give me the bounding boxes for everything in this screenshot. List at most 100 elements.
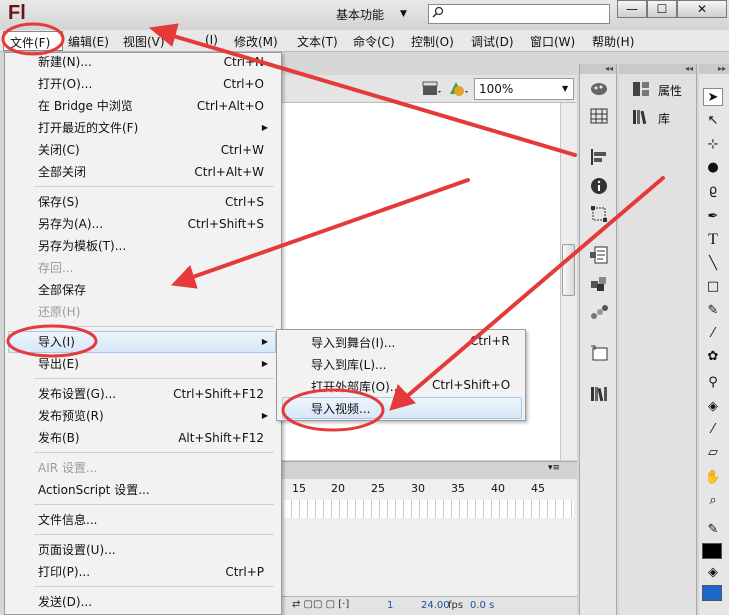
- frame-number: 45: [531, 482, 545, 495]
- zoom-dropdown-icon[interactable]: ▼: [562, 84, 568, 93]
- search-icon: [432, 6, 444, 18]
- frame-number: 25: [371, 482, 385, 495]
- scrollbar-thumb[interactable]: [562, 244, 575, 296]
- menu-item-save-as[interactable]: 另存为(A)... Ctrl+Shift+S: [8, 213, 274, 235]
- minimize-button[interactable]: —: [617, 0, 647, 18]
- menu-item-publish-settings[interactable]: 发布设置(G)... Ctrl+Shift+F12: [8, 383, 274, 405]
- menu-item-send[interactable]: 发送(D)...: [8, 591, 274, 613]
- edit-scene-icon[interactable]: [422, 81, 442, 97]
- menu-item-check-in: 存回...: [38, 261, 74, 275]
- library-books-icon[interactable]: [589, 385, 609, 403]
- library-icon[interactable]: [631, 108, 651, 126]
- menu-item-import[interactable]: 导入(I) ▶: [8, 331, 274, 353]
- help-search-input[interactable]: [428, 4, 610, 24]
- maximize-button[interactable]: ☐: [647, 0, 677, 18]
- menu-file[interactable]: 文件(F): [3, 31, 63, 51]
- subselection-tool-icon[interactable]: ↖: [703, 112, 723, 130]
- timeline-header: [282, 461, 577, 479]
- frame-rate-value[interactable]: 24.00: [421, 600, 450, 611]
- swatches-icon[interactable]: [589, 107, 609, 125]
- deco-tool-icon[interactable]: ✿: [703, 348, 723, 366]
- stroke-color-icon[interactable]: ✎: [703, 521, 723, 539]
- scene-icon[interactable]: [589, 344, 609, 362]
- menu-item-save-all[interactable]: 全部保存: [8, 279, 274, 301]
- menu-item-close[interactable]: 关闭(C) Ctrl+W: [8, 139, 274, 161]
- menu-item-open[interactable]: 打开(O)... Ctrl+O: [8, 73, 274, 95]
- menu-control[interactable]: 控制(O): [411, 33, 454, 50]
- free-transform-tool-icon[interactable]: ⊹: [703, 136, 723, 154]
- frame-number: 30: [411, 482, 425, 495]
- panel-menu-icon[interactable]: ▾≡: [548, 463, 560, 473]
- collapse-arrows-icon[interactable]: ◂◂: [619, 64, 696, 74]
- menu-item-new[interactable]: 新建(N)... Ctrl+N: [8, 51, 274, 73]
- fill-color-swatch[interactable]: [702, 585, 722, 601]
- menu-debug[interactable]: 调试(D): [471, 33, 514, 50]
- text-tool-icon[interactable]: T: [703, 231, 723, 249]
- menu-item-save-as-template[interactable]: 另存为模板(T)...: [8, 235, 274, 257]
- menu-item-file-info[interactable]: 文件信息...: [8, 509, 274, 531]
- selection-tool-icon[interactable]: ➤: [703, 88, 723, 106]
- menu-view[interactable]: 视图(V): [123, 33, 165, 50]
- line-tool-icon[interactable]: ╲: [703, 255, 723, 273]
- 3d-rotation-tool-icon[interactable]: ●: [703, 159, 723, 177]
- submenu-item-open-external-library[interactable]: 打开外部库(O)...: [311, 378, 401, 395]
- library-panel-tab[interactable]: 库: [658, 110, 670, 127]
- collapse-arrows-icon[interactable]: ▸▸: [699, 64, 729, 74]
- motion-presets-icon[interactable]: [589, 303, 609, 321]
- properties-icon[interactable]: [631, 80, 651, 98]
- pen-tool-icon[interactable]: ✒: [703, 208, 723, 226]
- paint-bucket-tool-icon[interactable]: ◈: [703, 398, 723, 416]
- menu-separator: [34, 378, 274, 379]
- menu-item-actionscript-settings[interactable]: ActionScript 设置...: [8, 479, 274, 501]
- menu-item-browse-in-bridge[interactable]: 在 Bridge 中浏览 Ctrl+Alt+O: [8, 95, 274, 117]
- stroke-color-swatch[interactable]: [702, 543, 722, 559]
- submenu-item-import-to-library[interactable]: 导入到库(L)...: [311, 356, 387, 373]
- submenu-item-import-video[interactable]: 导入视频...: [311, 400, 370, 417]
- menu-item-save[interactable]: 保存(S) Ctrl+S: [8, 191, 274, 213]
- eraser-tool-icon[interactable]: ▱: [703, 444, 723, 462]
- eyedropper-tool-icon[interactable]: ⁄: [703, 421, 723, 439]
- components-icon[interactable]: [589, 274, 609, 292]
- hand-tool-icon[interactable]: ✋: [703, 469, 723, 487]
- menu-item-close-all[interactable]: 全部关闭 Ctrl+Alt+W: [8, 161, 274, 183]
- pencil-tool-icon[interactable]: ✎: [703, 302, 723, 320]
- collapse-arrows-icon[interactable]: ◂◂: [580, 64, 616, 74]
- menu-insert[interactable]: (I): [205, 33, 218, 47]
- frame-number: 20: [331, 482, 345, 495]
- timeline-frames[interactable]: [284, 500, 574, 518]
- frame-number: 15: [292, 482, 306, 495]
- transform-icon[interactable]: [589, 205, 609, 223]
- color-palette-icon[interactable]: [589, 80, 609, 98]
- fill-color-icon[interactable]: ◈: [703, 564, 723, 582]
- workspace-switcher[interactable]: 基本功能: [336, 6, 384, 23]
- menu-item-export[interactable]: 导出(E) ▶: [8, 353, 274, 375]
- properties-panel-tab[interactable]: 属性: [658, 82, 682, 99]
- menu-commands[interactable]: 命令(C): [353, 33, 395, 50]
- menu-item-open-recent[interactable]: 打开最近的文件(F) ▶: [8, 117, 274, 139]
- menu-item-publish-preview[interactable]: 发布预览(R) ▶: [8, 405, 274, 427]
- bone-tool-icon[interactable]: ⚲: [703, 374, 723, 392]
- menu-edit[interactable]: 编辑(E): [68, 33, 109, 50]
- zoom-tool-icon[interactable]: ⌕: [703, 492, 723, 510]
- menu-item-print[interactable]: 打印(P)... Ctrl+P: [8, 561, 274, 583]
- info-icon[interactable]: [589, 177, 609, 195]
- lasso-tool-icon[interactable]: ϱ: [703, 182, 723, 200]
- align-icon[interactable]: [589, 148, 609, 166]
- edit-symbol-icon[interactable]: [448, 80, 470, 98]
- zoom-select[interactable]: 100%: [474, 78, 574, 100]
- menu-window[interactable]: 窗口(W): [530, 33, 575, 50]
- menu-text[interactable]: 文本(T): [297, 33, 338, 50]
- menu-modify[interactable]: 修改(M): [234, 33, 278, 50]
- brush-tool-icon[interactable]: ⁄: [703, 325, 723, 343]
- submenu-item-import-to-stage[interactable]: 导入到舞台(I)...: [311, 334, 395, 351]
- rectangle-tool-icon[interactable]: □: [703, 278, 723, 296]
- submenu-arrow-icon: ▶: [261, 337, 268, 346]
- code-snippets-icon[interactable]: [589, 246, 609, 264]
- close-button[interactable]: ✕: [677, 0, 727, 18]
- menu-item-page-setup[interactable]: 页面设置(U)...: [8, 539, 274, 561]
- timeline-controls-icon[interactable]: ⇄ ▢▢ ▢ [·]: [292, 599, 349, 610]
- menu-help[interactable]: 帮助(H): [592, 33, 634, 50]
- workspace-dropdown-icon[interactable]: ▼: [400, 9, 407, 19]
- frame-rate-unit: fps: [448, 600, 464, 611]
- menu-item-publish[interactable]: 发布(B) Alt+Shift+F12: [8, 427, 274, 449]
